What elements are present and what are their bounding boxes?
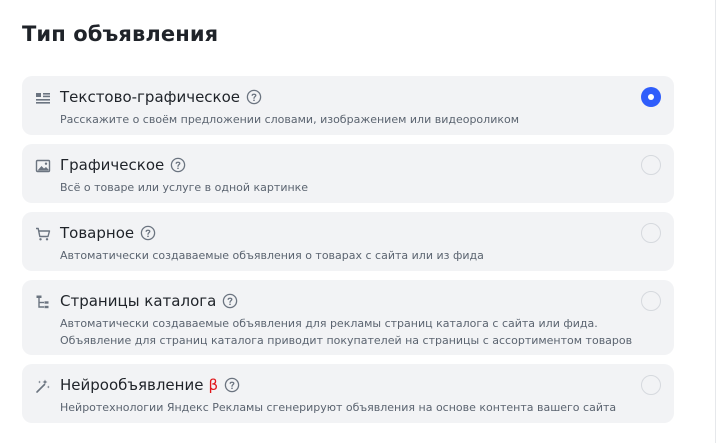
option-title-row: Товарное: [60, 223, 156, 243]
ad-type-panel: Тип объявления Текстово-графическое Расс…: [0, 0, 722, 443]
option-title: Страницы каталога: [60, 292, 217, 310]
option-description: Расскажите о своём предложении словами, …: [60, 113, 520, 126]
option-title-row: Текстово-графическое: [60, 87, 262, 107]
radio-selected[interactable]: [641, 87, 661, 107]
image-icon: [35, 158, 51, 174]
option-title: Нейрообъявление: [60, 376, 204, 394]
help-icon[interactable]: [222, 293, 238, 309]
help-icon[interactable]: [140, 225, 156, 241]
beta-badge: β: [208, 376, 219, 394]
option-description: Автоматически создаваемые объявления для…: [60, 317, 633, 347]
option-title-row: Нейрообъявление β: [60, 375, 240, 395]
option-title: Графическое: [60, 156, 165, 174]
option-catalog-pages[interactable]: Страницы каталога Автоматически создавае…: [22, 280, 674, 355]
option-text-graphic[interactable]: Текстово-графическое Расскажите о своём …: [22, 76, 674, 135]
magic-wand-icon: [35, 378, 51, 394]
section-title: Тип объявления: [22, 22, 219, 46]
radio-unselected[interactable]: [641, 291, 661, 311]
option-graphic[interactable]: Графическое Всё о товаре или услуге в од…: [22, 144, 674, 203]
help-icon[interactable]: [246, 89, 262, 105]
option-description: Нейротехнологии Яндекс Рекламы сгенериру…: [60, 401, 617, 414]
radio-unselected[interactable]: [641, 375, 661, 395]
catalog-tree-icon: [35, 294, 51, 310]
option-title: Товарное: [60, 224, 135, 242]
option-neuro-ad[interactable]: Нейрообъявление β Нейротехнологии Яндекс…: [22, 364, 674, 423]
radio-unselected[interactable]: [641, 223, 661, 243]
option-title-row: Графическое: [60, 155, 186, 175]
option-title: Текстово-графическое: [60, 88, 241, 106]
option-description: Автоматически создаваемые объявления о т…: [60, 249, 484, 262]
help-icon[interactable]: [224, 377, 240, 393]
help-icon[interactable]: [170, 157, 186, 173]
option-description: Всё о товаре или услуге в одной картинке: [60, 181, 309, 194]
radio-unselected[interactable]: [641, 155, 661, 175]
text-graphic-icon: [35, 90, 51, 106]
cart-icon: [35, 226, 51, 242]
option-title-row: Страницы каталога: [60, 291, 238, 311]
option-product[interactable]: Товарное Автоматически создаваемые объяв…: [22, 212, 674, 271]
panel-divider: [715, 0, 716, 443]
